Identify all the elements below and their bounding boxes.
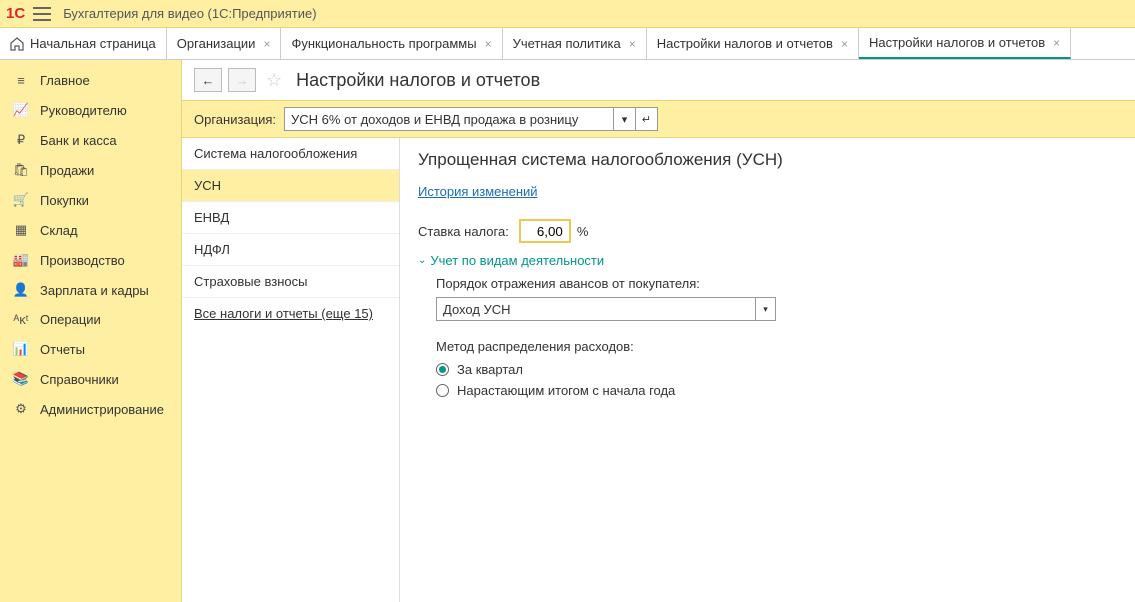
sidebar: ≡ Главное 📈 Руководителю ₽ Банк и касса 🛍 Пр… <box>0 60 182 602</box>
page-toolbar: ← → ☆ Настройки налогов и отчетов <box>182 60 1135 100</box>
activity-section-toggle[interactable]: ⌄ Учет по видам деятельности <box>418 253 1117 268</box>
sidebar-item-sales[interactable]: 🛍 Продажи <box>0 155 181 185</box>
tab-tax-settings-2[interactable]: Настройки налогов и отчетов × <box>859 28 1071 59</box>
radio-quarter[interactable]: За квартал <box>436 362 1117 377</box>
tab-home[interactable]: Начальная страница <box>0 28 167 59</box>
close-icon[interactable]: × <box>629 37 636 51</box>
chevron-down-icon: ⌄ <box>418 255 426 266</box>
sidebar-item-warehouse[interactable]: ▦ Склад <box>0 215 181 245</box>
all-taxes-link[interactable]: Все налоги и отчеты (еще 15) <box>182 298 399 329</box>
cart-icon: 🛒 <box>12 192 30 208</box>
category-insurance[interactable]: Страховые взносы <box>182 266 399 298</box>
tab-label: Настройки налогов и отчетов <box>657 36 833 51</box>
sidebar-item-production[interactable]: 🏭 Производство <box>0 245 181 275</box>
radio-label: Нарастающим итогом с начала года <box>457 383 675 398</box>
organization-value: УСН 6% от доходов и ЕНВД продажа в розни… <box>291 112 578 127</box>
bars-icon: 📊 <box>12 341 30 357</box>
ruble-icon: ₽ <box>12 132 30 148</box>
titlebar: 1C Бухгалтерия для видео (1С:Предприятие… <box>0 0 1135 28</box>
radio-icon <box>436 384 449 397</box>
content-pane: Упрощенная система налогообложения (УСН)… <box>400 138 1135 602</box>
factory-icon: 🏭 <box>12 252 30 268</box>
sidebar-item-manager[interactable]: 📈 Руководителю <box>0 95 181 125</box>
history-link[interactable]: История изменений <box>418 184 538 199</box>
sidebar-item-label: Главное <box>40 73 90 88</box>
tab-organizations[interactable]: Организации × <box>167 28 282 59</box>
category-usn[interactable]: УСН <box>182 170 399 202</box>
sidebar-item-label: Администрирование <box>40 402 164 417</box>
tab-tax-settings-1[interactable]: Настройки налогов и отчетов × <box>647 28 859 59</box>
category-tax-system[interactable]: Система налогообложения <box>182 138 399 170</box>
sidebar-item-label: Справочники <box>40 372 119 387</box>
category-ndfl[interactable]: НДФЛ <box>182 234 399 266</box>
category-envd[interactable]: ЕНВД <box>182 202 399 234</box>
back-button[interactable]: ← <box>194 68 222 92</box>
sidebar-item-bank[interactable]: ₽ Банк и касса <box>0 125 181 155</box>
sidebar-item-label: Покупки <box>40 193 89 208</box>
logo-1c: 1C <box>6 5 25 22</box>
bag-icon: 🛍 <box>12 162 30 178</box>
star-icon[interactable]: ☆ <box>266 70 282 91</box>
tab-accounting-policy[interactable]: Учетная политика × <box>503 28 647 59</box>
sidebar-item-salary[interactable]: 👤 Зарплата и кадры <box>0 275 181 305</box>
sidebar-item-reports[interactable]: 📊 Отчеты <box>0 334 181 364</box>
home-icon <box>10 37 24 51</box>
category-list: Система налогообложения УСН ЕНВД НДФЛ Ст… <box>182 138 400 602</box>
organization-row: Организация: УСН 6% от доходов и ЕНВД пр… <box>182 100 1135 138</box>
method-label: Метод распределения расходов: <box>436 339 1117 354</box>
app-title: Бухгалтерия для видео (1С:Предприятие) <box>63 6 316 21</box>
sidebar-item-label: Склад <box>40 223 78 238</box>
forward-button[interactable]: → <box>228 68 256 92</box>
person-icon: 👤 <box>12 282 30 298</box>
tab-bar: Начальная страница Организации × Функцио… <box>0 28 1135 60</box>
tab-label: Организации <box>177 36 256 51</box>
rate-label: Ставка налога: <box>418 224 509 239</box>
sidebar-item-operations[interactable]: ᴬᴋᵗ Операции <box>0 305 181 334</box>
sidebar-item-main[interactable]: ≡ Главное <box>0 66 181 95</box>
radio-label: За квартал <box>457 362 523 377</box>
gear-icon: ⚙ <box>12 401 30 417</box>
menu-icon[interactable] <box>33 7 51 21</box>
chart-icon: 📈 <box>12 102 30 118</box>
advance-label: Порядок отражения авансов от покупателя: <box>436 276 1117 291</box>
tab-label: Настройки налогов и отчетов <box>869 35 1045 50</box>
sidebar-item-label: Продажи <box>40 163 94 178</box>
organization-select[interactable]: УСН 6% от доходов и ЕНВД продажа в розни… <box>284 107 614 131</box>
operations-icon: ᴬᴋᵗ <box>12 312 30 327</box>
sidebar-item-purchases[interactable]: 🛒 Покупки <box>0 185 181 215</box>
close-icon[interactable]: × <box>485 37 492 51</box>
radio-cumulative[interactable]: Нарастающим итогом с начала года <box>436 383 1117 398</box>
dropdown-icon[interactable]: ▾ <box>755 298 775 320</box>
books-icon: 📚 <box>12 371 30 387</box>
list-icon: ≡ <box>12 73 30 88</box>
tab-label: Учетная политика <box>513 36 621 51</box>
sidebar-item-label: Банк и касса <box>40 133 117 148</box>
sidebar-item-admin[interactable]: ⚙ Администрирование <box>0 394 181 424</box>
radio-icon <box>436 363 449 376</box>
sidebar-item-label: Руководителю <box>40 103 127 118</box>
open-button[interactable]: ↵ <box>636 107 658 131</box>
sidebar-item-label: Производство <box>40 253 125 268</box>
close-icon[interactable]: × <box>841 37 848 51</box>
tab-label: Начальная страница <box>30 36 156 51</box>
close-icon[interactable]: × <box>263 37 270 51</box>
close-icon[interactable]: × <box>1053 36 1060 50</box>
organization-label: Организация: <box>194 112 276 127</box>
sidebar-item-label: Отчеты <box>40 342 85 357</box>
percent-label: % <box>577 224 589 239</box>
advance-select[interactable]: Доход УСН ▾ <box>436 297 776 321</box>
sidebar-item-label: Операции <box>40 312 101 327</box>
page-title: Настройки налогов и отчетов <box>296 70 540 91</box>
dropdown-button[interactable]: ▾ <box>614 107 636 131</box>
advance-value: Доход УСН <box>437 302 755 317</box>
tab-label: Функциональность программы <box>291 36 476 51</box>
tax-rate-input[interactable] <box>519 219 571 243</box>
sidebar-item-label: Зарплата и кадры <box>40 283 149 298</box>
grid-icon: ▦ <box>12 222 30 238</box>
sidebar-item-directories[interactable]: 📚 Справочники <box>0 364 181 394</box>
content-heading: Упрощенная система налогообложения (УСН) <box>418 150 1117 170</box>
section-title: Учет по видам деятельности <box>430 253 604 268</box>
main-area: ← → ☆ Настройки налогов и отчетов Органи… <box>182 60 1135 602</box>
tab-functionality[interactable]: Функциональность программы × <box>281 28 502 59</box>
